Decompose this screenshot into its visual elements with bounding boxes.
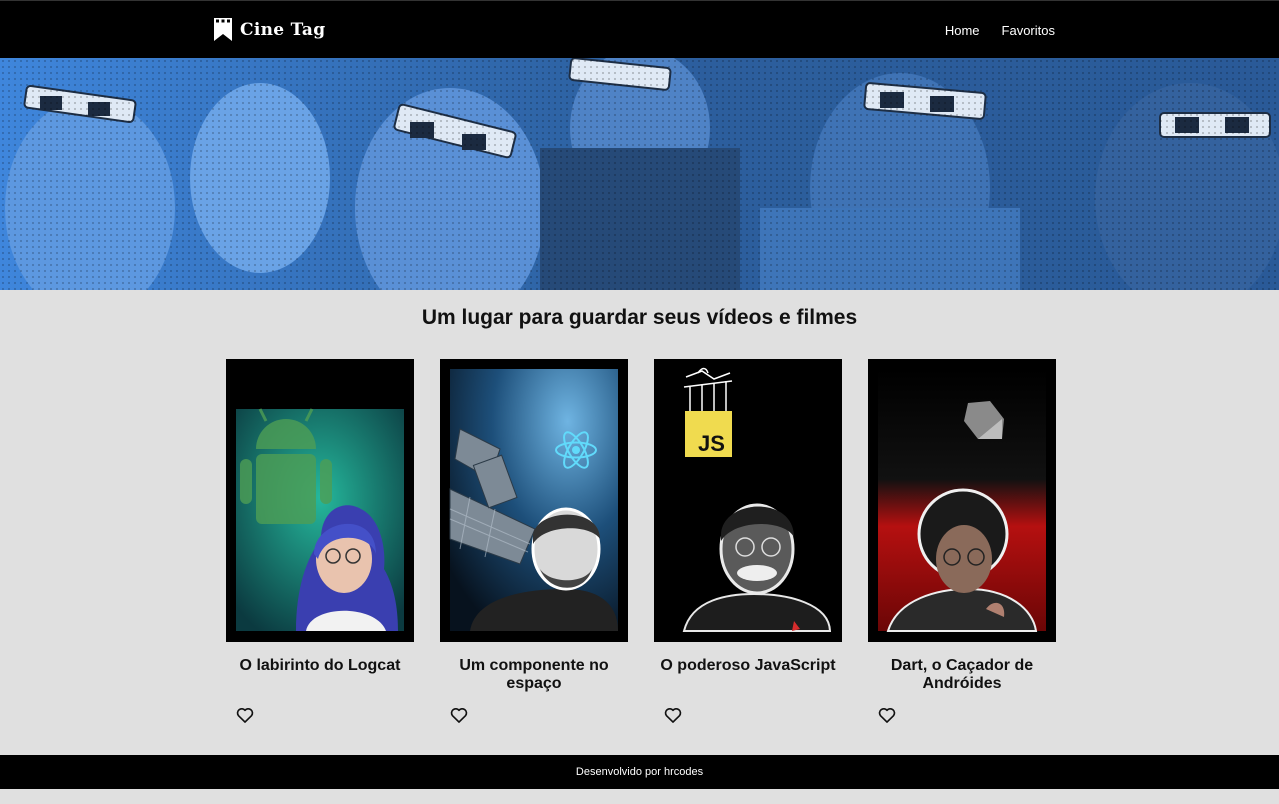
cinema-audience-image bbox=[0, 58, 1279, 290]
video-card: O labirinto do Logcat bbox=[226, 359, 414, 725]
site-footer: Desenvolvido por hrcodes bbox=[0, 755, 1279, 789]
video-poster[interactable] bbox=[226, 359, 414, 642]
page-tagline: Um lugar para guardar seus vídeos e film… bbox=[421, 306, 858, 329]
javascript-poster-image: JS bbox=[654, 359, 842, 642]
site-header: Cine Tag Home Favoritos bbox=[0, 0, 1279, 58]
video-card: Um componente no espaço bbox=[440, 359, 628, 725]
bookmark-film-icon bbox=[214, 18, 232, 41]
nav-favoritos-link[interactable]: Favoritos bbox=[1002, 23, 1055, 38]
svg-text:JS: JS bbox=[698, 431, 725, 456]
video-title: Dart, o Caçador de Andróides bbox=[890, 657, 1034, 692]
heart-outline-icon[interactable] bbox=[877, 705, 897, 725]
nav-home-link[interactable]: Home bbox=[945, 23, 980, 38]
video-card-list: O labirinto do Logcat Um componente no e… bbox=[226, 359, 1056, 725]
video-poster[interactable] bbox=[440, 359, 628, 642]
heart-outline-icon[interactable] bbox=[663, 705, 683, 725]
heart-outline-icon[interactable] bbox=[449, 705, 469, 725]
logo-text: Cine Tag bbox=[240, 19, 326, 40]
video-title: O labirinto do Logcat bbox=[239, 657, 401, 674]
video-title: O poderoso JavaScript bbox=[660, 657, 836, 674]
heart-outline-icon[interactable] bbox=[235, 705, 255, 725]
video-title: Um componente no espaço bbox=[459, 657, 609, 692]
android-poster-image bbox=[226, 359, 414, 642]
video-poster[interactable]: JS bbox=[654, 359, 842, 642]
video-card: JS O poderoso JavaScript bbox=[654, 359, 842, 725]
video-poster[interactable] bbox=[868, 359, 1056, 642]
logo-link[interactable]: Cine Tag bbox=[214, 18, 325, 41]
react-poster-image bbox=[440, 359, 628, 642]
main-nav: Home Favoritos bbox=[945, 23, 1055, 38]
video-card: Dart, o Caçador de Andróides bbox=[868, 359, 1056, 725]
dart-poster-image bbox=[868, 359, 1056, 642]
hero-banner bbox=[0, 58, 1279, 290]
footer-credit: Desenvolvido por hrcodes bbox=[575, 766, 704, 778]
